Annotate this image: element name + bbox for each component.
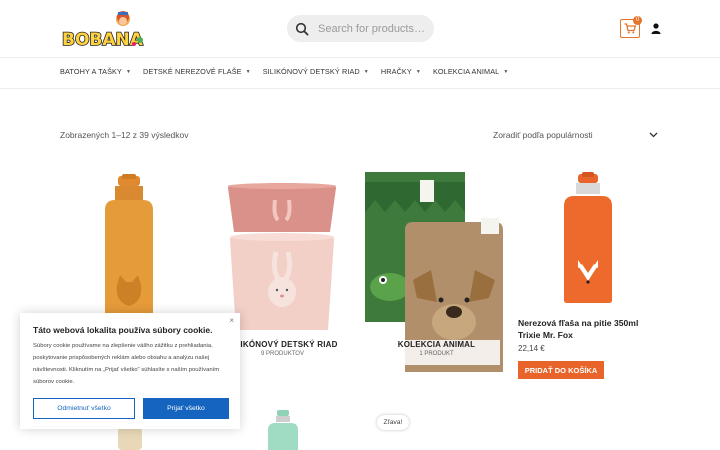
chevron-down-icon: ▼ xyxy=(245,68,251,75)
chevron-down-icon xyxy=(649,132,658,138)
category-label[interactable]: KOLEKCIA ANIMAL 1 PRODUKT xyxy=(373,340,500,365)
product-title[interactable]: Nerezová fľaša na pitie 350ml Trixie Mr.… xyxy=(518,317,658,341)
nav-label: HRAČKY xyxy=(380,67,412,76)
category-count: 9 PRODUKTOV xyxy=(261,351,304,357)
nav-item-batohy[interactable]: BATOHY A TAŠKY ▼ xyxy=(60,67,131,76)
add-to-cart-button[interactable]: Pridať do košíka xyxy=(518,361,604,379)
header-divider xyxy=(0,57,720,58)
cookie-actions: Odmietnuť všetko Prijať všetko xyxy=(33,398,229,419)
product-image-bottle-lion[interactable] xyxy=(60,170,200,320)
site-header: BOBANA 0 xyxy=(0,0,720,58)
nav-label: BATOHY A TAŠKY xyxy=(60,67,122,76)
category-label[interactable]: SILIKÓNOVÝ DETSKÝ RIAD 9 PRODUKTOV xyxy=(225,340,340,365)
account-icon[interactable] xyxy=(651,23,661,34)
cookie-consent-dialog: × Táto webová lokalita používa súbory co… xyxy=(20,313,240,429)
chevron-down-icon: ▼ xyxy=(415,68,421,75)
ordering-select[interactable]: Zoradiť podľa populárnosti xyxy=(493,128,658,142)
product-search[interactable] xyxy=(287,15,434,42)
chevron-down-icon: ▼ xyxy=(503,68,509,75)
nav-item-riad[interactable]: SILIKÓNOVÝ DETSKÝ RIAD ▼ xyxy=(263,67,369,76)
ordering-value: Zoradiť podľa populárnosti xyxy=(493,130,593,140)
search-icon xyxy=(295,22,309,36)
close-icon[interactable]: × xyxy=(229,316,234,325)
nav-label: KOLEKCIA ANIMAL xyxy=(432,67,500,76)
nav-label: SILIKÓNOVÝ DETSKÝ RIAD xyxy=(262,67,360,76)
brand-logo[interactable]: BOBANA xyxy=(60,9,146,51)
product-image-mr-fox-bottle[interactable] xyxy=(548,172,628,307)
cart-count-badge: 0 xyxy=(633,16,642,25)
main-nav: BATOHY A TAŠKY ▼ DETSKÉ NEREZOVÉ FLAŠE ▼ S… xyxy=(60,67,520,76)
reject-all-button[interactable]: Odmietnuť všetko xyxy=(33,398,135,419)
nav-item-hracky[interactable]: HRAČKY ▼ xyxy=(381,67,421,76)
search-input[interactable] xyxy=(318,22,428,35)
category-title: SILIKÓNOVÝ DETSKÝ RIAD xyxy=(227,340,338,349)
product-price: 22,14 € xyxy=(518,344,545,353)
cart-icon xyxy=(624,23,636,34)
chevron-down-icon: ▼ xyxy=(363,68,369,75)
svg-text:BOBANA: BOBANA xyxy=(62,30,144,49)
cookie-text: Súbory cookie používame na zlepšenie váš… xyxy=(33,343,220,385)
product-image-bottle-mint[interactable] xyxy=(262,408,304,450)
cookie-title: Táto webová lokalita používa súbory cook… xyxy=(33,325,213,335)
sale-badge: Zľava! xyxy=(377,415,409,430)
result-count: Zobrazených 1–12 z 39 výsledkov xyxy=(60,130,189,140)
accept-all-button[interactable]: Prijať všetko xyxy=(143,398,229,419)
category-count: 1 PRODUKT xyxy=(419,351,454,357)
nav-item-flase[interactable]: DETSKÉ NEREZOVÉ FLAŠE ▼ xyxy=(143,67,251,76)
category-title: KOLEKCIA ANIMAL xyxy=(397,340,476,349)
nav-divider xyxy=(0,88,720,89)
nav-label: DETSKÉ NEREZOVÉ FLAŠE xyxy=(143,67,242,76)
chevron-down-icon: ▼ xyxy=(125,68,132,75)
nav-item-animal[interactable]: KOLEKCIA ANIMAL ▼ xyxy=(433,67,508,76)
